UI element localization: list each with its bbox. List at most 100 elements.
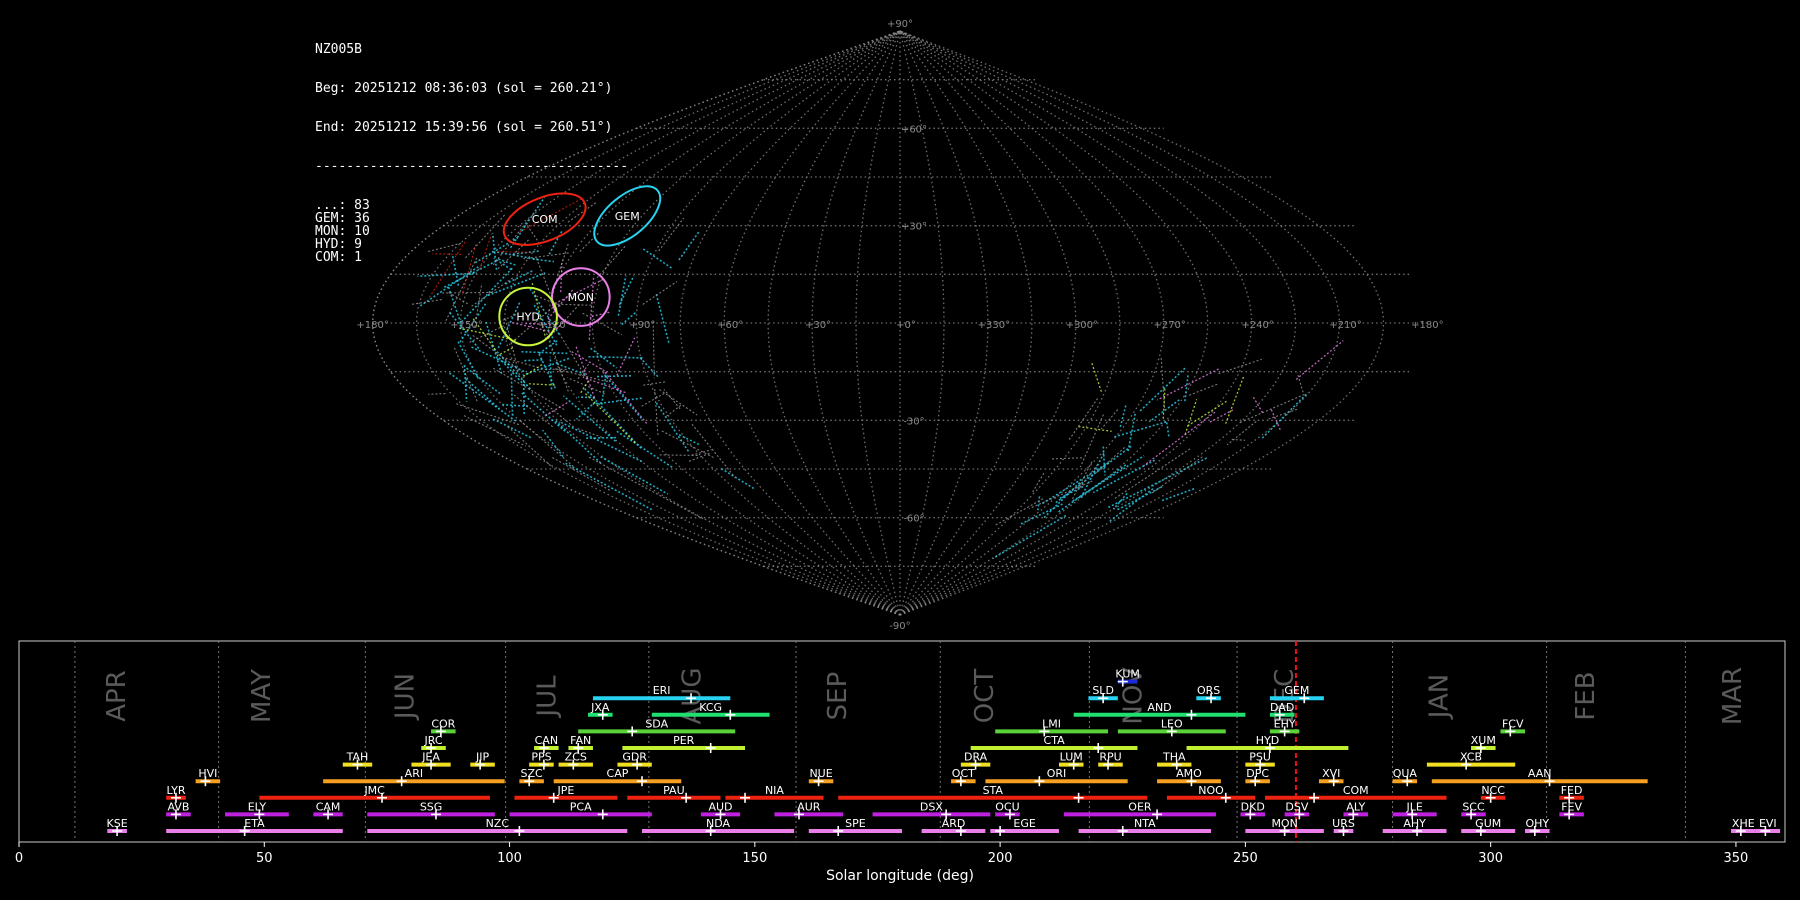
- shower-label-jip: JIP: [475, 751, 489, 764]
- meteor-track: [565, 462, 653, 511]
- meteor-track: [655, 294, 670, 344]
- shower-label-jpe: JPE: [557, 784, 575, 797]
- shower-label-aly: ALY: [1346, 800, 1365, 813]
- meteor-track: [507, 426, 553, 468]
- shower-label-nzc: NZC: [486, 817, 510, 830]
- shower-label-ssg: SSG: [420, 800, 443, 813]
- meteor-track: [465, 378, 500, 410]
- x-tick-label: 350: [1724, 851, 1749, 866]
- shower-label-zcs: ZCS: [565, 751, 587, 764]
- shower-label-ncc: NCC: [1481, 784, 1505, 797]
- meteor-track: [575, 346, 596, 401]
- shower-label-jea: JEA: [421, 751, 440, 764]
- shower-label-per: PER: [673, 734, 695, 747]
- shower-label-jmc: JMC: [363, 784, 385, 797]
- month-label: JUL: [532, 675, 562, 719]
- shower-label-scc: SCC: [1462, 800, 1485, 813]
- meteor-track: [487, 272, 546, 297]
- meteor-track: [643, 381, 668, 386]
- shower-label-eri: ERI: [653, 684, 671, 697]
- begin-time: Beg: 20251212 08:36:03 (sol = 260.21°): [315, 81, 613, 96]
- lon-tick-label: +180°: [356, 320, 388, 331]
- month-label: FEB: [1571, 671, 1601, 720]
- timeline-frame: [18, 640, 1786, 843]
- shower-label-sta: STA: [983, 784, 1004, 797]
- lon-tick-label: +120°: [538, 320, 570, 331]
- lon-tick-label: +240°: [1241, 320, 1273, 331]
- lon-tick-label: +0°: [896, 320, 916, 331]
- shower-label-hvi: HVI: [198, 767, 217, 780]
- lon-tick-label: +300°: [1066, 320, 1098, 331]
- lon-tick-label: +270°: [1153, 320, 1185, 331]
- shower-label-noo: NOO: [1198, 784, 1224, 797]
- meteor-track: [588, 355, 643, 359]
- meridian-line: [679, 30, 901, 616]
- shower-label-dkd: DKD: [1241, 800, 1265, 813]
- meteor-track: [456, 340, 480, 379]
- meteor-track: [461, 267, 513, 322]
- meteor-track: [1187, 399, 1229, 427]
- lat-tick-label: +90°: [887, 19, 913, 30]
- meteor-track: [1068, 396, 1100, 440]
- meteor-track: [470, 277, 514, 308]
- shower-label-ocu: OCU: [995, 800, 1019, 813]
- shower-label-rpu: RPU: [1099, 751, 1121, 764]
- meteor-track: [1080, 452, 1105, 498]
- month-label: MAR: [1718, 667, 1748, 725]
- meteor-track: [1238, 393, 1305, 424]
- meteor-track: [591, 311, 610, 318]
- shower-label-jxa: JXA: [590, 701, 610, 714]
- shower-label-kcg: KCG: [699, 701, 722, 714]
- meteor-track: [588, 277, 595, 340]
- lon-tick-label: +90°: [629, 320, 655, 331]
- meteor-track: [558, 333, 588, 380]
- shower-label-kse: KSE: [107, 817, 128, 830]
- shower-label-ohy: OHY: [1525, 817, 1549, 830]
- shower-label-dsx: DSX: [920, 800, 943, 813]
- meteor-track: [1032, 472, 1045, 493]
- meteor-track: [575, 427, 603, 438]
- radiant-sky-map: COM GEMMONHYD +180° +150° +120° +90° +60° +30°…: [356, 19, 1443, 630]
- shower-label-xcb: XCB: [1460, 751, 1482, 764]
- meteor-track: [463, 364, 468, 402]
- shower-label-qua: QUA: [1393, 767, 1418, 780]
- shower-label-nta: NTA: [1134, 817, 1156, 830]
- meteor-track: [445, 257, 478, 322]
- shower-label-amo: AMO: [1176, 767, 1202, 780]
- meteor-track: [1051, 457, 1082, 460]
- meteor-track: [639, 357, 659, 378]
- shower-label-ely: ELY: [248, 800, 267, 813]
- shower-counts: ...: 83 GEM: 36 MON: 10 HYD: 9 COM: 1: [315, 199, 628, 264]
- x-tick-label: 250: [1233, 851, 1258, 866]
- month-label: MAY: [247, 669, 277, 723]
- shower-label-dsv: DSV: [1285, 800, 1308, 813]
- lat-tick-label: +30°: [901, 222, 927, 233]
- meteor-track: [600, 375, 607, 405]
- shower-label-oer: OER: [1128, 800, 1152, 813]
- meteor-track: [600, 456, 669, 495]
- x-tick-label: 200: [988, 851, 1013, 866]
- meteor-track: [521, 350, 568, 355]
- meteor-track: [1226, 420, 1257, 446]
- meteor-track: [552, 456, 612, 492]
- shower-label-nue: NUE: [809, 767, 832, 780]
- lon-tick-label: +210°: [1329, 320, 1361, 331]
- meteor-track: [576, 401, 596, 420]
- meteor-track: [582, 376, 626, 394]
- meteor-track: [470, 345, 525, 373]
- shower-label-fcv: FCV: [1502, 717, 1524, 730]
- shower-label-urs: URS: [1332, 817, 1355, 830]
- shower-label-lmi: LMI: [1042, 717, 1061, 730]
- month-label: OCT: [970, 669, 1000, 724]
- meteor-track: [992, 514, 1067, 560]
- meteor-track: [659, 389, 698, 416]
- meteor-track: [1079, 414, 1104, 468]
- meteor-track: [1107, 456, 1208, 509]
- shower-label-kum: KUM: [1115, 668, 1139, 681]
- shower-label-ors: ORS: [1197, 684, 1220, 697]
- meteor-track: [655, 402, 690, 452]
- shower-label-ari: ARI: [405, 767, 423, 780]
- meteor-track: [562, 395, 617, 442]
- shower-label-fed: FED: [1561, 784, 1583, 797]
- meteor-track: [455, 403, 520, 426]
